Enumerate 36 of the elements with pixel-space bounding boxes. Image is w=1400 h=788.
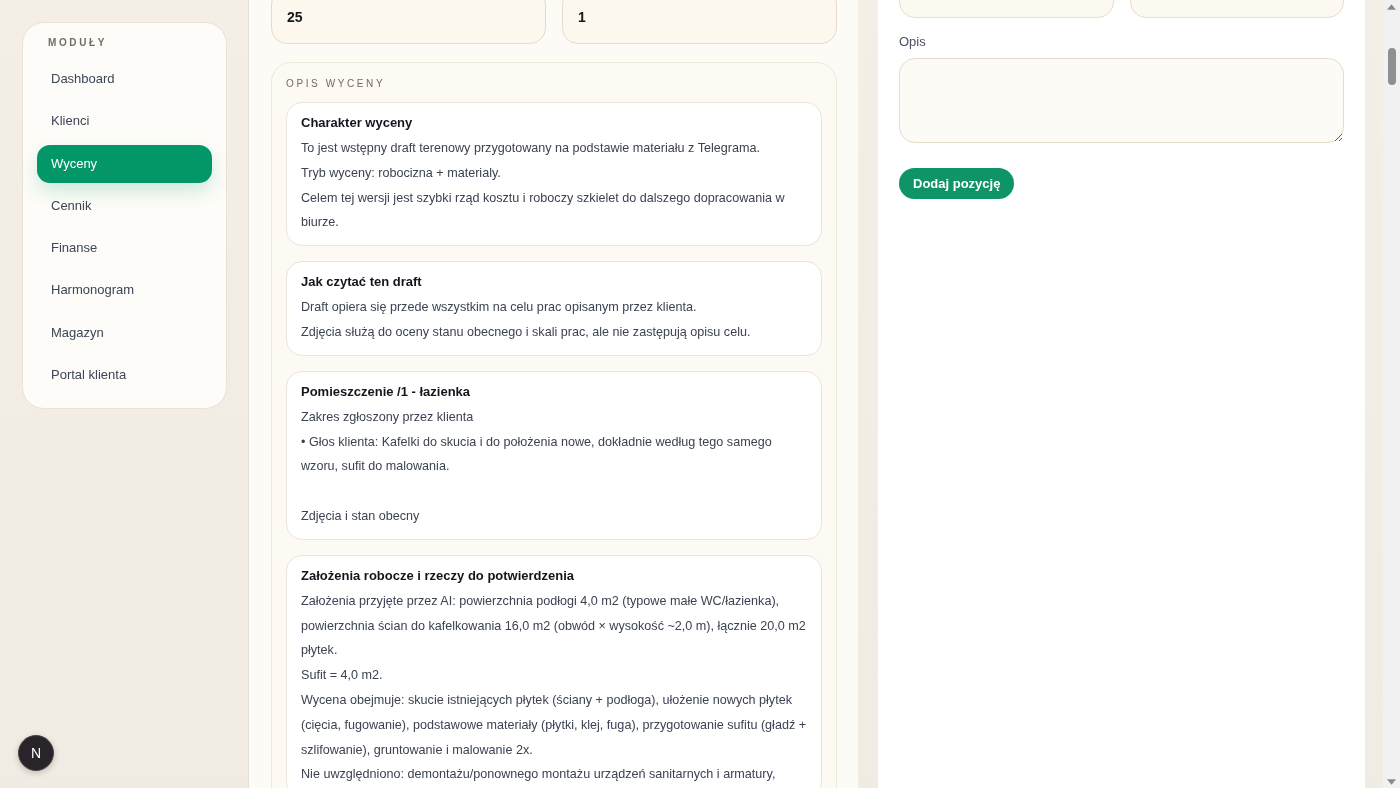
input-field[interactable]: 25 <box>271 0 546 44</box>
body-text: Założenia przyjęte przez AI: powierzchnia podłogi 4,0 m2 (typowe małe WC/łazienka), powierzchnia ścian do kafelkowania 16,0 m2 (obwód × wysokość ~2,0 m), łącznie 20,0 m2 płytek. <box>301 592 807 660</box>
body-text: To jest wstępny draft terenowy przygotowany na podstawie materiału z Telegrama. <box>301 140 761 157</box>
card-title: Założenia robocze i rzeczy do potwierdzenia <box>301 566 576 585</box>
card-title: Charakter wyceny <box>301 114 414 132</box>
sidebar-item[interactable]: Wyceny <box>37 144 212 183</box>
scrollbar-thumb[interactable] <box>1387 48 1396 85</box>
scroll-down-icon[interactable] <box>1387 779 1396 785</box>
sidebar-item[interactable]: Magazyn <box>37 313 212 352</box>
input-field[interactable]: 1 <box>562 0 837 44</box>
dev-badge[interactable]: N <box>18 735 54 771</box>
body-text: Zdjęcia i stan obecny <box>301 507 421 525</box>
sidebar-item[interactable]: Cennik <box>37 186 212 225</box>
card-title: Pomieszczenie /1 - łazienka <box>301 382 472 401</box>
sidebar-heading: MODUŁY <box>47 37 108 49</box>
sidebar-item[interactable]: Dashboard <box>37 60 212 98</box>
body-text: Zakres zgłoszony przez klienta <box>301 408 475 426</box>
scroll-up-icon[interactable] <box>1387 4 1396 10</box>
section-heading: OPIS WYCENY <box>286 78 387 90</box>
field-label: Opis <box>899 34 927 50</box>
body-text: Nie uwzględniono: demontażu/ponownego montażu urządzeń sanitarnych i armatury, <box>301 766 777 784</box>
sidebar-item[interactable]: Finanse <box>37 229 212 268</box>
body-text: Draft opiera się przede wszystkim na celu prac opisanym przez klienta. <box>301 299 698 317</box>
card-title: Jak czytać ten draft <box>301 273 423 292</box>
body-text: • Głos klienta: Kafelki do skucia i do położenia nowe, dokładnie według tego samego wzoru, sufit do malowania. <box>301 433 773 476</box>
sidebar-item[interactable]: Klienci <box>37 102 212 141</box>
body-text: Tryb wyceny: robocizna + materialy. <box>301 164 502 182</box>
sidebar-item[interactable]: Portal klienta <box>37 356 212 395</box>
body-text: Wycena obejmuje: skucie istniejących płytek (ściany + podłoga), ułożenie nowych płytek (cięcia, fugowanie), podstawowe materiały (płytki, klej, fuga), przygotowanie sufitu (gładź + szlifowanie), gruntowanie i malowanie 2x. <box>301 691 807 759</box>
sidebar-item[interactable]: Harmonogram <box>37 271 212 310</box>
add-item-button[interactable]: Dodaj pozycję <box>899 168 1015 199</box>
body-text: Celem tej wersji jest szybki rząd kosztu i roboczy szkielet do dalszego dopracowania w biurze. <box>301 189 786 232</box>
scrollbar[interactable] <box>1383 0 1400 788</box>
body-text: Zdjęcia służą do oceny stanu obecnego i skali prac, ale nie zastępują opisu celu. <box>301 324 752 341</box>
body-text: Sufit = 4,0 m2. <box>301 667 384 685</box>
description-field[interactable] <box>899 58 1344 143</box>
